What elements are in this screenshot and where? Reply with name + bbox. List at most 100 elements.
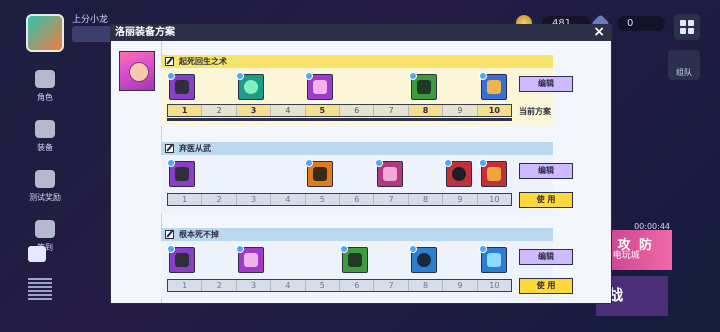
boot-icon <box>383 167 397 181</box>
equip-slot-5[interactable] <box>305 159 333 187</box>
nunchaku-icon <box>313 167 327 181</box>
level-cell: 4 <box>271 105 306 116</box>
level-cell: 8 <box>409 280 444 291</box>
level-cell: 6 <box>340 280 375 291</box>
use-button[interactable]: 使 用 <box>519 278 573 294</box>
rename-icon[interactable] <box>165 230 174 239</box>
plan-card-1: 起死回生之术 1 2 3 4 5 6 7 8 9 10 编辑 当前方案 <box>161 55 573 126</box>
equipment-plan-dialog: 洛丽装备方案 × 起死回生之术 1 2 3 4 5 6 7 8 9 10 编辑 … <box>110 24 612 304</box>
level-cell: 2 <box>202 194 237 205</box>
equip-slot-1[interactable] <box>167 72 195 100</box>
plan-card-3: 根本死不掉 1 2 3 4 5 6 7 8 9 10 编辑 使 用 <box>161 228 573 299</box>
rename-icon[interactable] <box>165 57 174 66</box>
gear-chip-icon <box>244 80 258 94</box>
edit-button[interactable]: 编辑 <box>519 249 573 265</box>
equip-slot-8[interactable] <box>409 72 437 100</box>
equip-slot-6[interactable] <box>340 245 368 273</box>
level-bar: 1 2 3 4 5 6 7 8 9 10 <box>167 104 512 117</box>
equip-slot-10[interactable] <box>479 159 507 187</box>
equip-slot-3[interactable] <box>236 245 264 273</box>
dialog-body: 起死回生之术 1 2 3 4 5 6 7 8 9 10 编辑 当前方案 弃医从武… <box>111 41 611 303</box>
calendar-icon <box>35 220 55 238</box>
side-item-equipment[interactable]: 装备 <box>24 120 66 166</box>
bunny-icon <box>244 253 258 267</box>
level-cell: 5 <box>305 105 341 116</box>
goggles-icon <box>175 167 189 181</box>
level-cell: 1 <box>168 194 203 205</box>
level-bar: 1 2 3 4 5 6 7 8 9 10 <box>167 193 512 206</box>
level-cell: 6 <box>340 194 375 205</box>
current-plan-label: 当前方案 <box>519 107 551 116</box>
dialog-header: 洛丽装备方案 × <box>111 25 611 41</box>
hero-portrait <box>119 51 155 91</box>
barcode-icon[interactable] <box>28 276 52 300</box>
plan-slots: 1 2 3 4 5 6 7 8 9 10 编辑 使 用 <box>161 155 573 213</box>
level-cell: 4 <box>271 280 306 291</box>
side-item-character[interactable]: 角色 <box>24 70 66 116</box>
chat-icon[interactable] <box>28 246 46 262</box>
grid-menu-icon[interactable] <box>674 14 700 40</box>
goggles-icon <box>175 80 189 94</box>
dialog-title: 洛丽装备方案 <box>115 27 175 38</box>
level-cell: 8 <box>408 105 444 116</box>
green-can-icon <box>417 80 431 94</box>
level-cell: 4 <box>271 194 306 205</box>
plan-name: 弃医从武 <box>179 144 211 153</box>
side-item-test-reward[interactable]: 测试奖励 <box>24 170 66 216</box>
equip-slot-10[interactable] <box>479 245 507 273</box>
level-cell: 9 <box>443 280 478 291</box>
side-menu: 角色 装备 测试奖励 签到 <box>24 66 66 266</box>
equip-slot-1[interactable] <box>167 159 195 187</box>
tablet-icon <box>487 253 501 267</box>
player-avatar[interactable] <box>26 14 64 52</box>
goggles-icon <box>175 253 189 267</box>
plan-name: 起死回生之术 <box>179 57 227 66</box>
gift-icon <box>35 170 55 188</box>
equip-slot-10[interactable] <box>479 72 507 100</box>
equip-slot-7[interactable] <box>375 159 403 187</box>
equip-slot-3[interactable] <box>236 72 264 100</box>
plan-slots: 1 2 3 4 5 6 7 8 9 10 编辑 使 用 <box>161 241 573 299</box>
level-cell: 5 <box>306 280 341 291</box>
level-cell: 10 <box>489 195 500 204</box>
level-cell: 7 <box>374 105 409 116</box>
level-cell: 1 <box>168 280 203 291</box>
level-cell: 1 <box>168 105 203 116</box>
level-cell: 7 <box>374 194 409 205</box>
equip-slot-1[interactable] <box>167 245 195 273</box>
plan-name: 根本死不掉 <box>179 230 219 239</box>
plan-title-bar: 弃医从武 <box>161 142 553 155</box>
level-cell: 2 <box>202 105 237 116</box>
plan-title-bar: 根本死不掉 <box>161 228 553 241</box>
edit-button[interactable]: 编辑 <box>519 76 573 92</box>
close-icon[interactable]: × <box>593 25 605 40</box>
level-bar: 1 2 3 4 5 6 7 8 9 10 <box>167 279 512 292</box>
character-icon <box>35 70 55 88</box>
helmet-icon <box>452 167 466 181</box>
group-button[interactable]: 组队 <box>668 50 700 80</box>
equip-slot-9[interactable] <box>444 159 472 187</box>
level-cell: 7 <box>374 280 409 291</box>
gem-value: 0 <box>617 15 665 31</box>
equip-slot-5[interactable] <box>305 72 333 100</box>
level-cell: 8 <box>409 194 444 205</box>
level-cell: 3 <box>237 194 272 205</box>
level-cell: 5 <box>306 194 341 205</box>
plan-title-bar: 起死回生之术 <box>161 55 553 68</box>
plan-slots: 1 2 3 4 5 6 7 8 9 10 编辑 当前方案 <box>161 68 573 126</box>
goggles-icon <box>35 120 55 138</box>
edit-button[interactable]: 编辑 <box>519 163 573 179</box>
level-cell: 9 <box>443 105 478 116</box>
rename-icon[interactable] <box>165 144 174 153</box>
player-name: 上分小龙 <box>72 15 109 25</box>
shield-disc-icon <box>417 253 431 267</box>
use-button[interactable]: 使 用 <box>519 192 573 208</box>
level-cell: 10 <box>489 281 500 290</box>
level-cell: 3 <box>237 280 272 291</box>
green-can-icon <box>348 253 362 267</box>
tablet-icon <box>487 80 501 94</box>
level-cell: 2 <box>202 280 237 291</box>
equip-slot-8[interactable] <box>409 245 437 273</box>
level-cell: 10 <box>477 105 512 116</box>
level-cell: 6 <box>340 105 375 116</box>
